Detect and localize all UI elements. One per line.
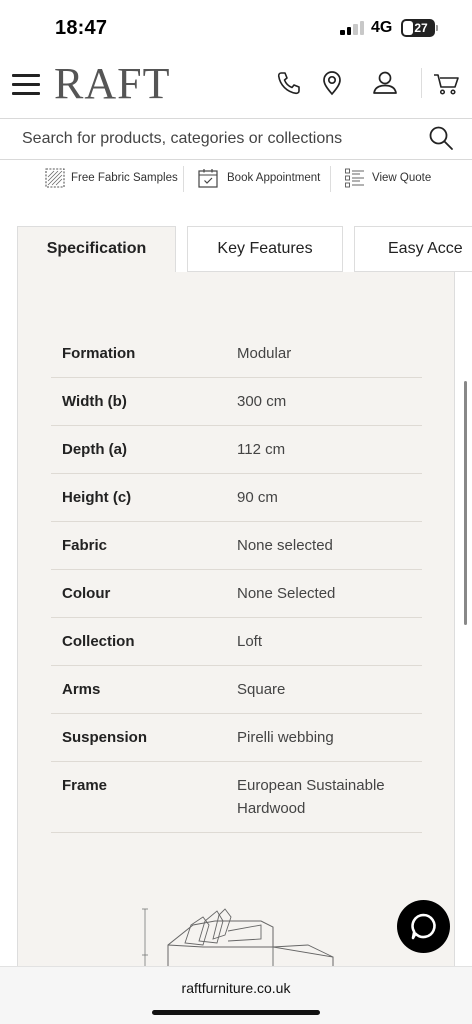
spec-row-collection: Collection Loft [51,618,422,666]
spec-label: Colour [62,585,111,602]
free-fabric-samples-link[interactable]: Free Fabric Samples [44,167,178,191]
network-type: 4G [371,19,393,36]
spec-label: Arms [62,681,101,698]
spec-label: Height (c) [62,489,132,506]
spec-row-height: Height (c) 90 cm [51,474,422,522]
specification-panel: Formation Modular Width (b) 300 cm Depth… [17,272,455,972]
battery-tip [436,25,438,31]
sofa-dimension-diagram [142,908,334,968]
spec-value: None selected [237,537,333,554]
battery-level: 27 [414,21,428,35]
spec-row-depth: Depth (a) 112 cm [51,426,422,474]
search-bar [0,118,472,160]
spec-row-fabric: Fabric None selected [51,522,422,570]
spec-value: 300 cm [237,393,287,410]
home-indicator[interactable] [152,1010,320,1015]
chat-bubble-icon [411,913,436,940]
spec-value: Square [237,681,286,698]
spec-label: Suspension [62,729,148,746]
spec-value: Loft [237,633,263,650]
status-time: 18:47 [55,17,108,39]
spec-label: Formation [62,345,136,362]
spec-value: Modular [237,345,292,362]
book-appointment-link[interactable]: Book Appointment [197,167,323,191]
browser-url-bar[interactable]: raftfurniture.co.uk [0,966,472,1024]
quick-link-divider [330,166,331,192]
quick-link-divider [183,166,184,192]
scrollbar[interactable] [464,381,467,625]
chat-button[interactable] [397,900,450,953]
status-bar: 18:47 4G 27 [0,0,472,54]
spec-value: Pirelli webbing [237,729,334,746]
location-pin-icon[interactable] [317,68,347,98]
search-icon[interactable] [427,124,455,152]
spec-label: Width (b) [62,393,127,410]
product-tabs: Specification Key Features Easy Acce [0,226,472,273]
site-header: RAFT [0,54,472,118]
spec-label: Depth (a) [62,441,127,458]
tab-easy-access[interactable]: Easy Acce [354,226,472,272]
spec-value: None Selected [237,585,336,602]
quick-links: Free Fabric Samples Book Appointment Vie… [0,164,472,194]
view-quote-link[interactable]: View Quote [344,167,432,191]
calendar-check-icon [198,169,218,188]
spec-row-suspension: Suspension Pirelli webbing [51,714,422,762]
tab-specification[interactable]: Specification [17,226,176,273]
free-fabric-samples-label: Free Fabric Samples [71,172,178,184]
user-icon[interactable] [370,68,400,98]
view-quote-label: View Quote [372,172,432,184]
spec-value: 112 cm [237,441,286,458]
menu-icon[interactable] [12,72,40,96]
spec-row-arms: Arms Square [51,666,422,714]
specification-table: Formation Modular Width (b) 300 cm Depth… [51,330,422,833]
spec-row-colour: Colour None Selected [51,570,422,618]
fabric-swatch-icon [45,168,65,188]
battery-icon: 27 [401,19,435,37]
spec-label: Collection [62,633,135,650]
spec-value: 90 cm [237,489,278,506]
url-text[interactable]: raftfurniture.co.uk [0,980,472,996]
checklist-icon [345,168,364,188]
cart-icon[interactable] [432,68,462,98]
spec-label: Frame [62,777,108,794]
phone-icon[interactable] [273,68,303,98]
signal-icon [340,21,366,35]
spec-value: European Sustainable Hardwood [237,777,385,817]
spec-row-frame: Frame European Sustainable Hardwood [51,762,422,833]
spec-row-width: Width (b) 300 cm [51,378,422,426]
spec-label: Fabric [62,537,108,554]
header-divider [421,68,422,98]
book-appointment-label: Book Appointment [227,172,321,184]
raft-logo[interactable]: RAFT [54,58,170,109]
spec-row-formation: Formation Modular [51,330,422,378]
search-input[interactable] [22,125,422,153]
tab-key-features[interactable]: Key Features [187,226,343,272]
